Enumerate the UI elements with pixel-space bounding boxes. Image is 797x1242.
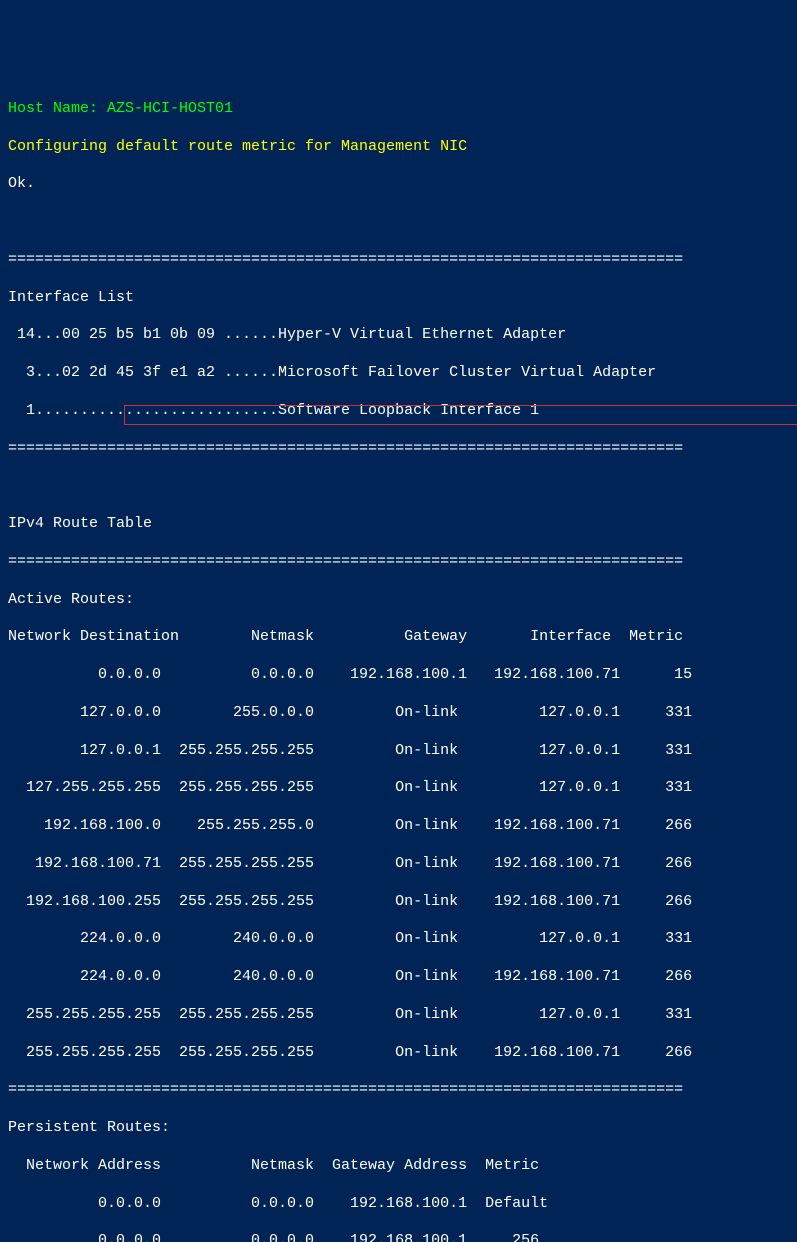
route-row: 192.168.100.0 255.255.255.0 On-link 192.…	[8, 817, 789, 836]
separator: ========================================…	[8, 553, 789, 572]
route-row: 127.0.0.1 255.255.255.255 On-link 127.0.…	[8, 742, 789, 761]
active-routes-title: Active Routes:	[8, 591, 789, 610]
hostname-value: AZS-HCI-HOST01	[107, 100, 233, 117]
interface-row: 3...02 2d 45 3f e1 a2 ......Microsoft Fa…	[8, 364, 789, 383]
route-row: 255.255.255.255 255.255.255.255 On-link …	[8, 1006, 789, 1025]
separator: ========================================…	[8, 440, 789, 459]
interface-row: 1...........................Software Loo…	[8, 402, 789, 421]
persistent-row: 0.0.0.0 0.0.0.0 192.168.100.1 Default	[8, 1195, 789, 1214]
route-row: 192.168.100.71 255.255.255.255 On-link 1…	[8, 855, 789, 874]
persistent-row: 0.0.0.0 0.0.0.0 192.168.100.1 256	[8, 1232, 789, 1242]
route-row: 224.0.0.0 240.0.0.0 On-link 192.168.100.…	[8, 968, 789, 987]
hostname-label: Host Name:	[8, 100, 107, 117]
route-row: 127.255.255.255 255.255.255.255 On-link …	[8, 779, 789, 798]
terminal-output: Host Name: AZS-HCI-HOST01 Configuring de…	[8, 81, 789, 1242]
route-row: 224.0.0.0 240.0.0.0 On-link 127.0.0.1 33…	[8, 930, 789, 949]
route-row: 0.0.0.0 0.0.0.0 192.168.100.1 192.168.10…	[8, 666, 789, 685]
interface-row: 14...00 25 b5 b1 0b 09 ......Hyper-V Vir…	[8, 326, 789, 345]
route-row: 192.168.100.255 255.255.255.255 On-link …	[8, 893, 789, 912]
persistent-routes-title: Persistent Routes:	[8, 1119, 789, 1138]
separator: ========================================…	[8, 1081, 789, 1100]
persistent-header: Network Address Netmask Gateway Address …	[8, 1157, 789, 1176]
interface-list-title: Interface List	[8, 289, 789, 308]
separator: ========================================…	[8, 251, 789, 270]
route-row: 127.0.0.0 255.0.0.0 On-link 127.0.0.1 33…	[8, 704, 789, 723]
route-table-header: Network Destination Netmask Gateway Inte…	[8, 628, 789, 647]
ok-status: Ok.	[8, 175, 789, 194]
route-row: 255.255.255.255 255.255.255.255 On-link …	[8, 1044, 789, 1063]
config-message: Configuring default route metric for Man…	[8, 138, 789, 157]
route-table-title: IPv4 Route Table	[8, 515, 789, 534]
